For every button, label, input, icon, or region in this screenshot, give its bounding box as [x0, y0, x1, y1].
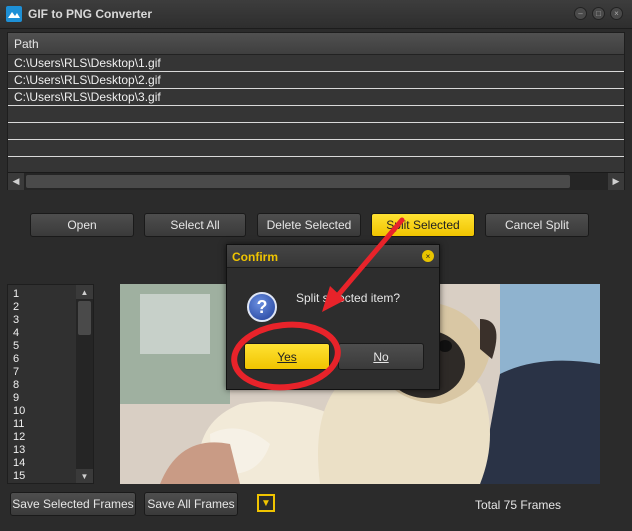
frame-item[interactable]: 3	[13, 314, 19, 326]
frame-item[interactable]: 5	[13, 340, 19, 352]
window-title: GIF to PNG Converter	[28, 7, 153, 21]
close-icon[interactable]: ×	[610, 7, 623, 20]
scroll-left-icon[interactable]: ◀	[8, 173, 24, 190]
yes-button[interactable]: Yes	[244, 343, 330, 370]
title-bar: GIF to PNG Converter – □ ×	[0, 0, 632, 29]
restore-icon[interactable]: □	[592, 7, 605, 20]
scroll-thumb[interactable]	[26, 175, 570, 188]
open-button[interactable]: Open	[30, 213, 134, 237]
file-row[interactable]: C:\Users\RLS\Desktop\3.gif	[8, 89, 624, 106]
frame-item[interactable]: 13	[13, 444, 25, 456]
confirm-dialog: Confirm × ? Split selected item? Yes No	[226, 244, 440, 390]
scroll-right-icon[interactable]: ▶	[608, 173, 624, 190]
frame-item[interactable]: 4	[13, 327, 19, 339]
file-path: C:\Users\RLS\Desktop\3.gif	[14, 90, 161, 104]
cancel-split-button[interactable]: Cancel Split	[485, 213, 589, 237]
frame-item[interactable]: 8	[13, 379, 19, 391]
frame-item[interactable]: 1	[13, 288, 19, 300]
save-all-frames-button[interactable]: Save All Frames	[144, 492, 238, 516]
total-frames-label: Total 75 Frames	[475, 498, 562, 512]
question-icon: ?	[247, 292, 277, 322]
minimize-icon[interactable]: –	[574, 7, 587, 20]
vertical-scrollbar[interactable]: ▲ ▼	[76, 285, 93, 483]
delete-selected-button[interactable]: Delete Selected	[257, 213, 361, 237]
file-row[interactable]	[8, 106, 624, 123]
file-row[interactable]	[8, 140, 624, 157]
frame-item[interactable]: 11	[13, 418, 24, 430]
frame-item[interactable]: 14	[13, 457, 25, 469]
save-selected-frames-button[interactable]: Save Selected Frames	[10, 492, 136, 516]
app-logo-icon	[6, 6, 22, 22]
file-row[interactable]: C:\Users\RLS\Desktop\1.gif	[8, 55, 624, 72]
scroll-thumb[interactable]	[78, 301, 91, 335]
dialog-title-bar: Confirm ×	[227, 245, 439, 268]
scroll-down-icon[interactable]: ▼	[76, 469, 93, 483]
frame-list[interactable]: 1 2 3 4 5 6 7 8 9 10 11 12 13 14 15 ▲ ▼	[7, 284, 94, 484]
file-row[interactable]	[8, 123, 624, 140]
list-header: Path	[8, 33, 624, 55]
frame-item[interactable]: 10	[13, 405, 25, 417]
no-button[interactable]: No	[338, 343, 424, 370]
select-all-button[interactable]: Select All	[144, 213, 246, 237]
frame-item[interactable]: 6	[13, 353, 19, 365]
file-path: C:\Users\RLS\Desktop\2.gif	[14, 73, 161, 87]
dialog-title: Confirm	[232, 250, 278, 264]
scroll-up-icon[interactable]: ▲	[76, 285, 93, 299]
file-list[interactable]: Path C:\Users\RLS\Desktop\1.gif C:\Users…	[7, 32, 625, 190]
frame-item[interactable]: 2	[13, 301, 19, 313]
frame-item[interactable]: 15	[13, 470, 25, 482]
chevron-down-icon[interactable]: ▼	[257, 494, 275, 512]
frame-item[interactable]: 12	[13, 431, 25, 443]
file-row[interactable]: C:\Users\RLS\Desktop\2.gif	[8, 72, 624, 89]
file-path: C:\Users\RLS\Desktop\1.gif	[14, 56, 161, 70]
horizontal-scrollbar[interactable]: ◀ ▶	[8, 172, 624, 190]
dialog-message: Split selected item?	[296, 291, 401, 305]
split-selected-button[interactable]: Split Selected	[371, 213, 475, 237]
frame-item[interactable]: 7	[13, 366, 19, 378]
path-column-header[interactable]: Path	[14, 37, 39, 51]
frame-item[interactable]: 9	[13, 392, 19, 404]
close-icon[interactable]: ×	[422, 250, 434, 262]
